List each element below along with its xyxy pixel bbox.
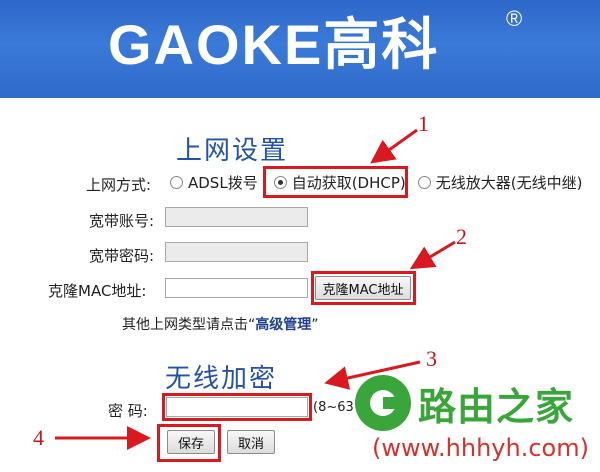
watermark-logo-icon <box>355 375 411 431</box>
watermark-url: (www.hhhyh.com) <box>372 434 589 462</box>
arrow-step-1 <box>370 128 418 164</box>
watermark-name: 路由之家 <box>418 385 575 429</box>
arrow-step-2 <box>409 240 456 270</box>
